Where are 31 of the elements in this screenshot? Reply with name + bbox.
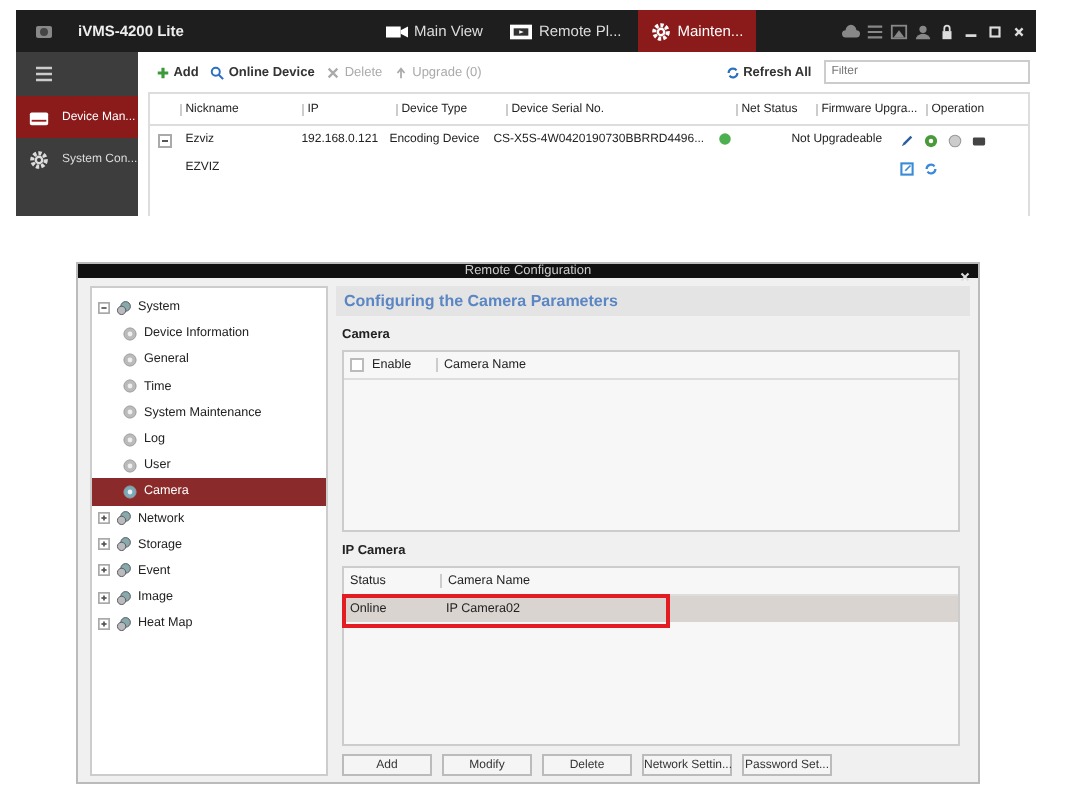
drive-icon bbox=[28, 107, 50, 127]
device-icon[interactable] bbox=[971, 133, 986, 147]
maximize-icon[interactable] bbox=[986, 23, 1004, 39]
film-icon bbox=[510, 21, 533, 41]
expand-toggle[interactable] bbox=[98, 617, 110, 630]
logo-icon bbox=[34, 21, 54, 41]
video-camera-icon bbox=[386, 21, 408, 41]
settings-icon[interactable] bbox=[923, 133, 938, 147]
plus-icon bbox=[155, 65, 170, 79]
collapse-toggle[interactable] bbox=[157, 133, 172, 147]
delete-icon bbox=[326, 65, 341, 79]
menu-icon[interactable] bbox=[34, 66, 54, 82]
close-icon[interactable] bbox=[1010, 23, 1028, 39]
user-icon[interactable] bbox=[914, 23, 932, 39]
close-icon[interactable] bbox=[958, 270, 972, 284]
expand-toggle[interactable] bbox=[98, 564, 110, 577]
expand-toggle[interactable] bbox=[98, 591, 110, 604]
pencil-icon[interactable] bbox=[899, 133, 914, 147]
upload-icon bbox=[394, 65, 409, 79]
refresh-icon bbox=[725, 65, 740, 79]
edit-icon[interactable] bbox=[899, 161, 914, 175]
expand-toggle[interactable] bbox=[98, 301, 110, 314]
expand-toggle[interactable] bbox=[98, 512, 110, 525]
search-icon bbox=[210, 65, 225, 79]
expand-toggle[interactable] bbox=[98, 538, 110, 551]
refresh-icon[interactable] bbox=[923, 161, 938, 175]
section-heading: Configuring the Camera Parameters bbox=[336, 286, 970, 316]
picture-frame-icon[interactable] bbox=[890, 23, 908, 39]
lock-icon[interactable] bbox=[938, 23, 956, 39]
cloud-icon[interactable] bbox=[842, 23, 860, 39]
menu-icon[interactable] bbox=[866, 23, 884, 39]
